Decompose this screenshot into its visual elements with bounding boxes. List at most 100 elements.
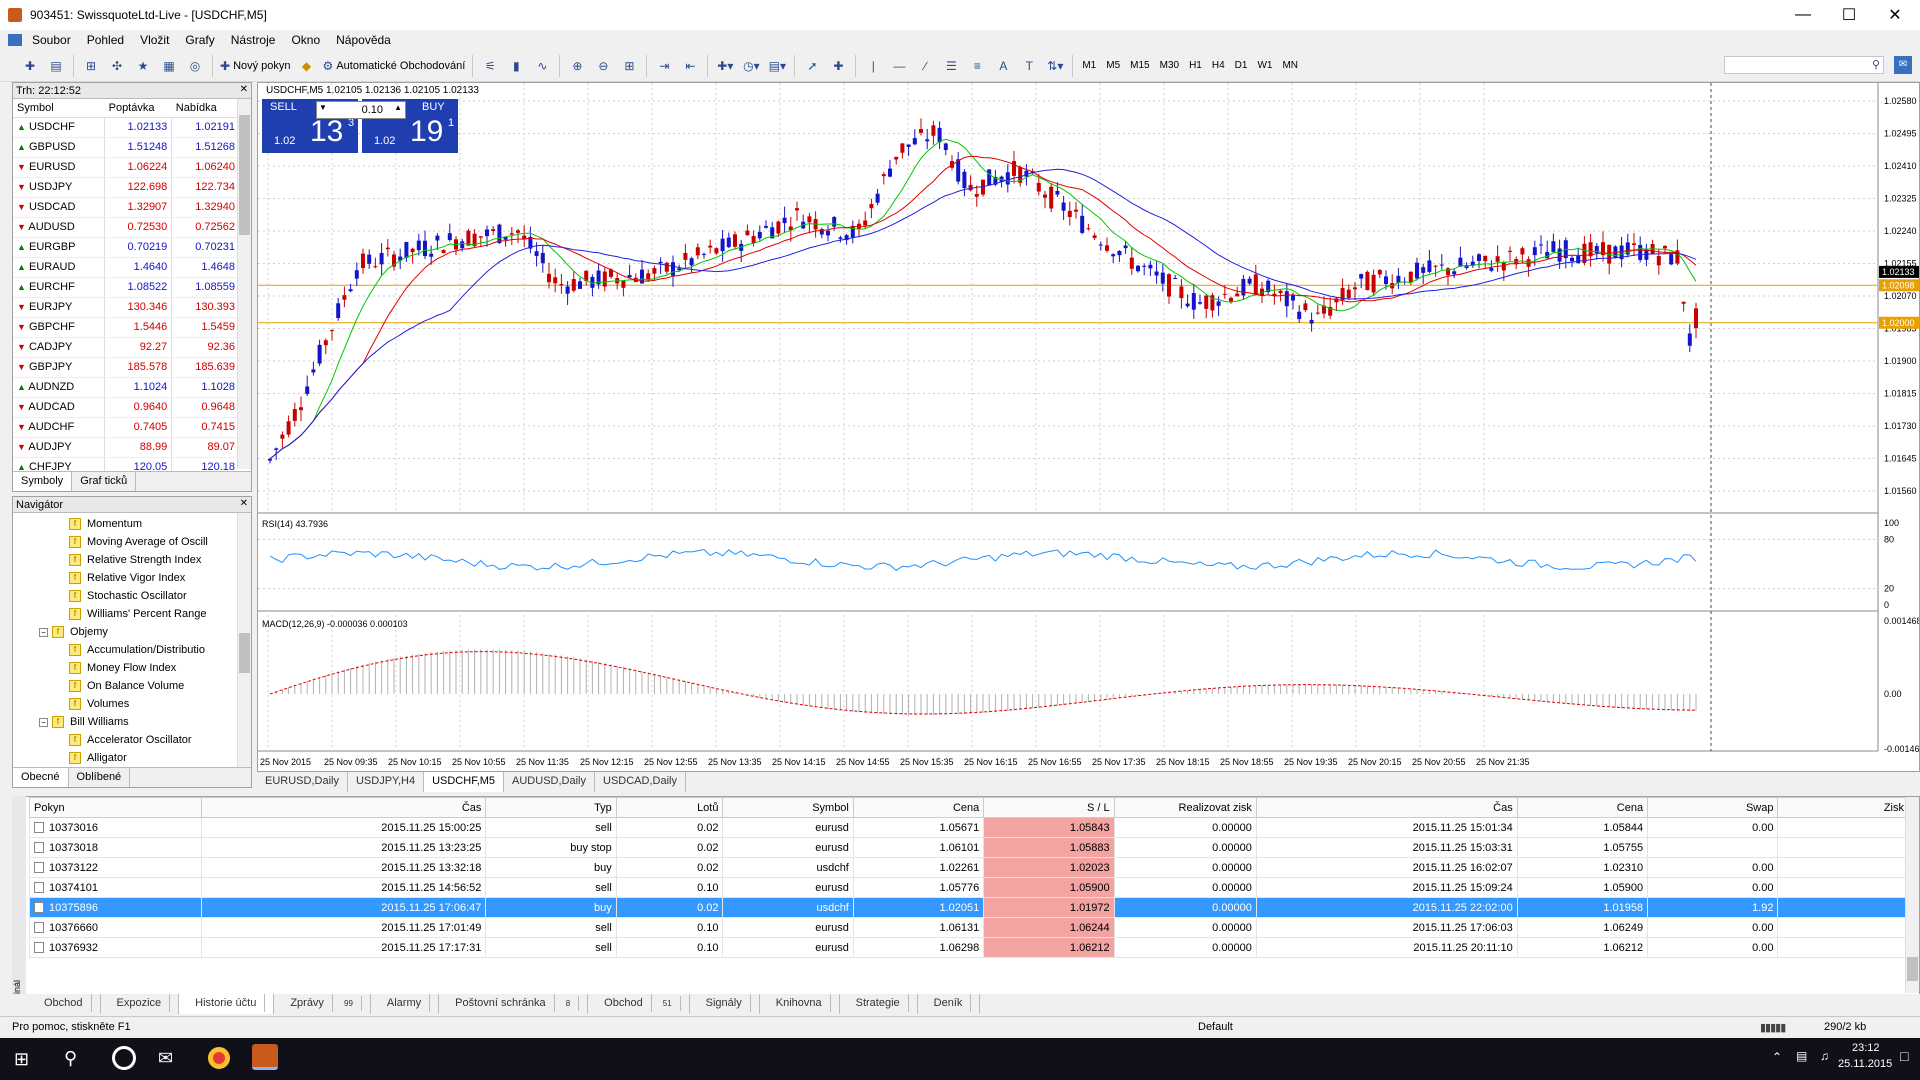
market-watch-row[interactable]: ▼ AUDCAD 0.9640 0.9648 (13, 397, 239, 418)
market-watch-row[interactable]: ▼ GBPJPY 185.578 185.639 (13, 357, 239, 378)
market-watch-row[interactable]: ▼ USDJPY 122.698 122.734 (13, 177, 239, 198)
navigator-item[interactable]: f Accumulation/Distributio (13, 641, 235, 659)
arrows-icon[interactable]: ⇅▾ (1045, 55, 1065, 77)
tab-tick-chart[interactable]: Graf ticků (72, 472, 137, 491)
terminal-tab[interactable]: Signály (690, 994, 760, 1014)
text-label-icon[interactable]: T (1019, 55, 1039, 77)
menu-view[interactable]: Pohled (87, 33, 124, 47)
chart-tab[interactable]: EURUSD,Daily (257, 772, 348, 792)
menu-charts[interactable]: Grafy (185, 33, 214, 47)
clock-time[interactable]: 23:12 (1852, 1042, 1880, 1054)
history-row[interactable]: 10373016 2015.11.25 15:00:25 sell 0.02 eurus… (29, 817, 1909, 838)
search-input[interactable]: ⚲ (1724, 56, 1884, 74)
scrollbar[interactable] (237, 513, 251, 767)
column-header[interactable]: Symbol (722, 797, 854, 818)
windows-start-icon[interactable]: ⊞ (14, 1049, 29, 1070)
zoom-out-icon[interactable]: ⊖ (593, 55, 613, 77)
close-button[interactable]: ✕ (1872, 0, 1918, 30)
terminal-tab[interactable]: Strategie (840, 994, 918, 1014)
clock-date[interactable]: 25.11.2015 (1838, 1058, 1892, 1070)
line-chart-icon[interactable]: ∿ (532, 55, 552, 77)
col-symbol[interactable]: Symbol (13, 99, 105, 118)
close-icon[interactable]: ✕ (240, 498, 248, 509)
column-header[interactable]: Lotů (615, 797, 724, 818)
navigator-item[interactable]: f Accelerator Oscillator (13, 731, 235, 749)
text-icon[interactable]: A (993, 55, 1013, 77)
bar-chart-icon[interactable]: ⚟ (480, 55, 500, 77)
profiles-icon[interactable]: ▤ (46, 55, 66, 77)
history-row[interactable]: 10376660 2015.11.25 17:01:49 sell 0.10 eurus… (29, 917, 1909, 938)
navigator-item[interactable]: f Relative Strength Index (13, 551, 235, 569)
terminal-tab[interactable]: Obchod 51 (588, 994, 690, 1014)
collapse-icon[interactable]: − (39, 627, 48, 637)
network-icon[interactable]: ▤ (1796, 1049, 1807, 1063)
menu-tools[interactable]: Nástroje (231, 33, 276, 47)
navigator-item[interactable]: f Relative Vigor Index (13, 569, 235, 587)
tab-symbols[interactable]: Symboly (13, 472, 73, 491)
column-header[interactable]: Realizovat zisk (1113, 797, 1257, 818)
navigator-item[interactable]: f Stochastic Oscillator (13, 587, 235, 605)
navigator-item[interactable]: f Momentum (13, 515, 235, 533)
auto-trading-button[interactable]: ⚙ Automatické Obchodování (323, 55, 466, 77)
chart-tab[interactable]: USDCHF,M5 (424, 772, 505, 792)
periods-icon[interactable]: ◷▾ (741, 55, 761, 77)
auto-scroll-icon[interactable]: ⇥ (654, 55, 674, 77)
column-header[interactable]: Cena (852, 797, 985, 818)
menu-file[interactable]: Soubor (32, 33, 71, 47)
history-row[interactable]: 10376932 2015.11.25 17:17:31 sell 0.10 eurus… (29, 937, 1909, 958)
templates-icon[interactable]: ▤▾ (767, 55, 787, 77)
market-watch-row[interactable]: ▼ CADJPY 92.27 92.36 (13, 337, 239, 358)
lot-increase-icon[interactable]: ▲ (394, 103, 402, 112)
market-watch-row[interactable]: ▲ USDCHF 1.02133 1.02191 (13, 117, 239, 138)
search-icon[interactable]: ⚲ (64, 1048, 77, 1069)
tray-chevron-icon[interactable]: ⌃ (1772, 1050, 1782, 1064)
new-order-button[interactable]: ✚ Nový pokyn (220, 55, 291, 77)
indicators-icon[interactable]: ✚▾ (715, 55, 735, 77)
timeframe-h4[interactable]: H4 (1212, 60, 1225, 71)
market-watch-row[interactable]: ▲ EURAUD 1.4640 1.4648 (13, 257, 239, 278)
close-icon[interactable]: ✕ (240, 84, 248, 95)
candlestick-icon[interactable]: ▮ (506, 55, 526, 77)
tester-icon[interactable]: ◎ (185, 55, 205, 77)
metatrader-icon[interactable] (252, 1044, 278, 1070)
minimize-button[interactable]: — (1780, 0, 1826, 30)
column-header[interactable]: Pokyn (29, 797, 202, 818)
cursor-icon[interactable]: ➚ (802, 55, 822, 77)
chart-shift-icon[interactable]: ⇤ (680, 55, 700, 77)
timeframe-m1[interactable]: M1 (1082, 60, 1096, 71)
terminal-tab[interactable]: Zprávy 99 (274, 994, 371, 1014)
column-header[interactable]: Čas (200, 797, 487, 818)
navigator-item[interactable]: f Volumes (13, 695, 235, 713)
chart-tab[interactable]: USDJPY,H4 (348, 772, 425, 792)
navigator-icon[interactable]: ★ (133, 55, 153, 77)
tab-favorites[interactable]: Oblíbené (69, 768, 131, 787)
navigator-item[interactable]: f Alligator (13, 749, 235, 767)
history-row[interactable]: 10375896 2015.11.25 17:06:47 buy 0.02 usdchf… (29, 897, 1909, 918)
lot-size-input[interactable]: ▼ 0.10 ▲ (316, 101, 406, 119)
maximize-button[interactable]: ☐ (1826, 0, 1872, 30)
column-header[interactable]: Zisk (1777, 797, 1909, 818)
market-watch-row[interactable]: ▼ EURJPY 130.346 130.393 (13, 297, 239, 318)
search-icon[interactable]: ⚲ (1872, 58, 1880, 71)
history-row[interactable]: 10374101 2015.11.25 14:56:52 sell 0.10 eurus… (29, 877, 1909, 898)
timeframe-m5[interactable]: M5 (1106, 60, 1120, 71)
timeframe-mn[interactable]: MN (1282, 60, 1298, 71)
terminal-tab[interactable]: Deník (918, 994, 981, 1014)
col-bid[interactable]: Poptávka (104, 99, 172, 118)
market-watch-row[interactable]: ▲ EURCHF 1.08522 1.08559 (13, 277, 239, 298)
scrollbar[interactable] (237, 99, 251, 469)
chart-tab[interactable]: USDCAD,Daily (595, 772, 686, 792)
market-watch-row[interactable]: ▼ GBPCHF 1.5446 1.5459 (13, 317, 239, 338)
terminal-tab[interactable]: Poštovní schránka 8 (439, 994, 589, 1014)
timeframe-m30[interactable]: M30 (1160, 60, 1179, 71)
market-watch-icon[interactable]: ⊞ (81, 55, 101, 77)
navigator-item[interactable]: f On Balance Volume (13, 677, 235, 695)
timeframe-m15[interactable]: M15 (1130, 60, 1149, 71)
terminal-tab[interactable]: Obchod (28, 994, 101, 1014)
column-header[interactable]: S / L (983, 797, 1115, 818)
collapse-icon[interactable]: − (39, 717, 48, 727)
terminal-tab[interactable]: Historie účtu (179, 994, 275, 1014)
volume-icon[interactable]: ♫ (1820, 1049, 1829, 1063)
market-watch-row[interactable]: ▲ EURGBP 0.70219 0.70231 (13, 237, 239, 258)
navigator-item[interactable]: − f Objemy (13, 623, 235, 641)
